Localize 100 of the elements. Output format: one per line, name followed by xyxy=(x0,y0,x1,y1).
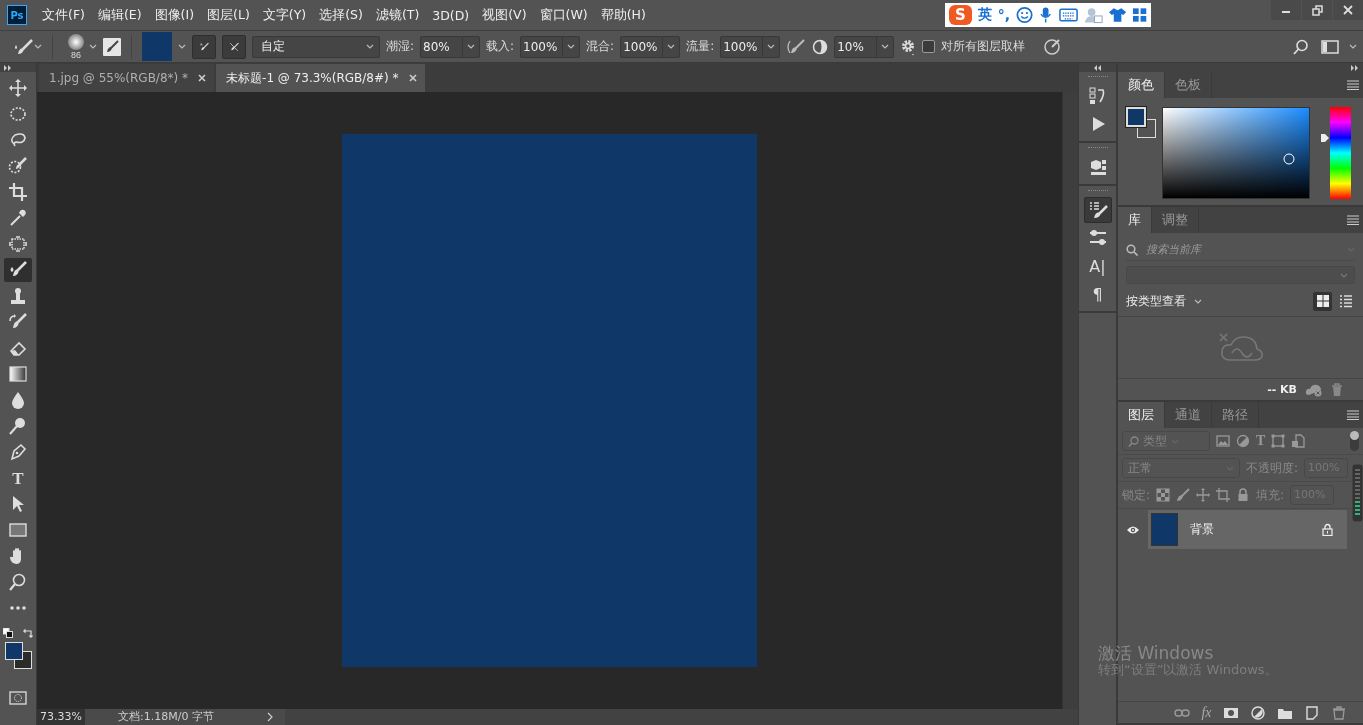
filter-toggle[interactable] xyxy=(1350,431,1359,451)
menu-item[interactable]: 3D(D) xyxy=(427,7,475,23)
clean-brush-button[interactable] xyxy=(222,34,246,59)
airbrush-button[interactable] xyxy=(786,37,807,56)
workspace-icon xyxy=(1321,39,1339,54)
workspace-button[interactable] xyxy=(1321,39,1357,54)
move-icon xyxy=(1196,488,1211,502)
sample-all-label: 对所有图层取样 xyxy=(941,38,1026,55)
smoothing-icon xyxy=(812,38,829,55)
menu-item[interactable]: 视图(V) xyxy=(477,6,532,24)
lock-icon xyxy=(1236,488,1251,502)
search-icon xyxy=(1293,38,1309,55)
crop-icon xyxy=(8,182,28,202)
artboard-lock-button[interactable] xyxy=(1216,488,1231,502)
new-layer-button[interactable] xyxy=(1303,705,1320,720)
smart-object-filter-button[interactable] xyxy=(1291,434,1306,448)
document-tab[interactable]: 1.jpg @ 55%(RGB/8*) * xyxy=(39,64,215,92)
half-circle-button[interactable] xyxy=(1249,705,1266,720)
menu-item[interactable]: 文字(Y) xyxy=(257,6,312,24)
brush-icon xyxy=(1087,200,1108,220)
number-field[interactable]: 100% xyxy=(620,35,681,58)
smoothing-field[interactable]: 10% xyxy=(834,35,895,58)
color-field[interactable] xyxy=(1162,107,1310,199)
ime-mode[interactable]: 英 xyxy=(977,6,992,24)
tool-button[interactable]: T xyxy=(4,466,32,490)
minimize-button[interactable] xyxy=(1271,0,1301,20)
brush-lock-button[interactable] xyxy=(1176,488,1191,502)
gradient-icon xyxy=(8,364,28,384)
document-tab[interactable]: 未标题-1 @ 73.3%(RGB/8#) * xyxy=(216,64,425,92)
panel-tab[interactable]: 颜色 xyxy=(1118,72,1165,98)
menu-item[interactable]: 编辑(E) xyxy=(92,6,147,24)
view-toggle[interactable] xyxy=(1313,291,1332,311)
lock-lock-button[interactable] xyxy=(1236,488,1251,502)
smoothing-button[interactable] xyxy=(812,38,829,55)
sample-all-checkbox[interactable] xyxy=(922,40,936,53)
quick-select-icon xyxy=(8,156,28,176)
move-lock-button[interactable] xyxy=(1196,488,1211,502)
menu-item[interactable]: 图像(I) xyxy=(149,6,200,24)
menu-item[interactable]: 帮助(H) xyxy=(595,6,651,24)
zoom-icon xyxy=(8,572,28,592)
transform-filter-button[interactable] xyxy=(1271,434,1286,448)
brush-size-picker[interactable]: 86 xyxy=(63,33,97,60)
image-icon xyxy=(1216,434,1230,448)
expand-icon xyxy=(4,64,12,71)
half-circle-icon xyxy=(1249,705,1266,720)
dodge-icon xyxy=(8,416,28,436)
mask-icon xyxy=(1222,705,1239,720)
number-field[interactable]: 80% xyxy=(420,35,481,58)
brush-panel-toggle[interactable] xyxy=(103,37,121,56)
chevron-icon xyxy=(267,712,273,722)
menu-icon xyxy=(1347,410,1359,420)
panel-dock-button[interactable] xyxy=(1083,197,1112,223)
search-icon xyxy=(1128,435,1139,447)
menu-item[interactable]: 滤镜(T) xyxy=(370,6,425,24)
settings-button[interactable] xyxy=(900,37,917,56)
preset-dropdown[interactable]: 自定 xyxy=(252,35,380,58)
load-brush-button[interactable] xyxy=(192,34,216,59)
color-swatches-drawing[interactable] xyxy=(3,642,33,672)
zoom-field[interactable]: 73.33% xyxy=(37,709,85,725)
menu-item[interactable]: 图层(L) xyxy=(202,6,255,24)
half-circle-filter-button[interactable] xyxy=(1236,434,1250,448)
more-icon xyxy=(9,606,27,610)
close-button[interactable] xyxy=(1333,0,1363,20)
tab-title: 未标题-1 @ 73.3%(RGB/8#) * xyxy=(226,69,399,87)
hue-slider[interactable] xyxy=(1321,107,1351,199)
caret-icon xyxy=(767,44,776,49)
checker-lock-button[interactable] xyxy=(1156,488,1171,502)
number-field[interactable]: 100% xyxy=(720,35,781,58)
layer-row[interactable]: 背景 xyxy=(1148,510,1347,549)
scrollbar[interactable] xyxy=(1062,92,1078,709)
tab-title: 1.jpg @ 55%(RGB/8*) * xyxy=(49,71,189,85)
restore-button[interactable] xyxy=(1302,0,1332,20)
document-info[interactable]: 文档:1.18M/0 字节 xyxy=(85,709,255,725)
pressure-button[interactable] xyxy=(1043,37,1062,56)
search-button[interactable] xyxy=(1293,38,1309,55)
artboard-icon xyxy=(1216,488,1231,502)
panel-tab[interactable]: 库 xyxy=(1118,207,1152,233)
image-filter-button[interactable] xyxy=(1216,434,1230,448)
brush-icon xyxy=(12,37,34,56)
brush-preset-button[interactable] xyxy=(12,37,42,56)
view-by-dropdown[interactable]: 按类型查看 xyxy=(1126,292,1202,310)
panel-tab[interactable]: 图层 xyxy=(1118,402,1165,428)
field-label: 混合: xyxy=(586,38,615,55)
color-swatches-drawing[interactable] xyxy=(1126,107,1156,139)
slider-thumb[interactable] xyxy=(1321,133,1329,144)
trash-button[interactable] xyxy=(1330,705,1347,720)
menu-item[interactable]: 窗口(W) xyxy=(534,6,593,24)
punctuation-mode[interactable]: °, xyxy=(997,7,1011,23)
menu-item[interactable]: 文件(F) xyxy=(37,6,90,24)
mask-button[interactable] xyxy=(1222,705,1239,720)
panel-dock-button[interactable]: ¶ xyxy=(1083,281,1112,307)
trash-icon xyxy=(1330,705,1347,720)
number-field[interactable]: 100% xyxy=(520,35,581,58)
brush-color-swatch[interactable] xyxy=(142,32,172,61)
keyboard-icon xyxy=(1058,8,1078,22)
cloud-offline-button[interactable] xyxy=(1305,382,1323,397)
tool-button[interactable] xyxy=(4,258,32,282)
panel-dock-button[interactable]: A| xyxy=(1083,253,1112,279)
library-search-field[interactable]: 搜索当前库 xyxy=(1144,242,1341,257)
menu-item[interactable]: 选择(S) xyxy=(314,6,368,24)
